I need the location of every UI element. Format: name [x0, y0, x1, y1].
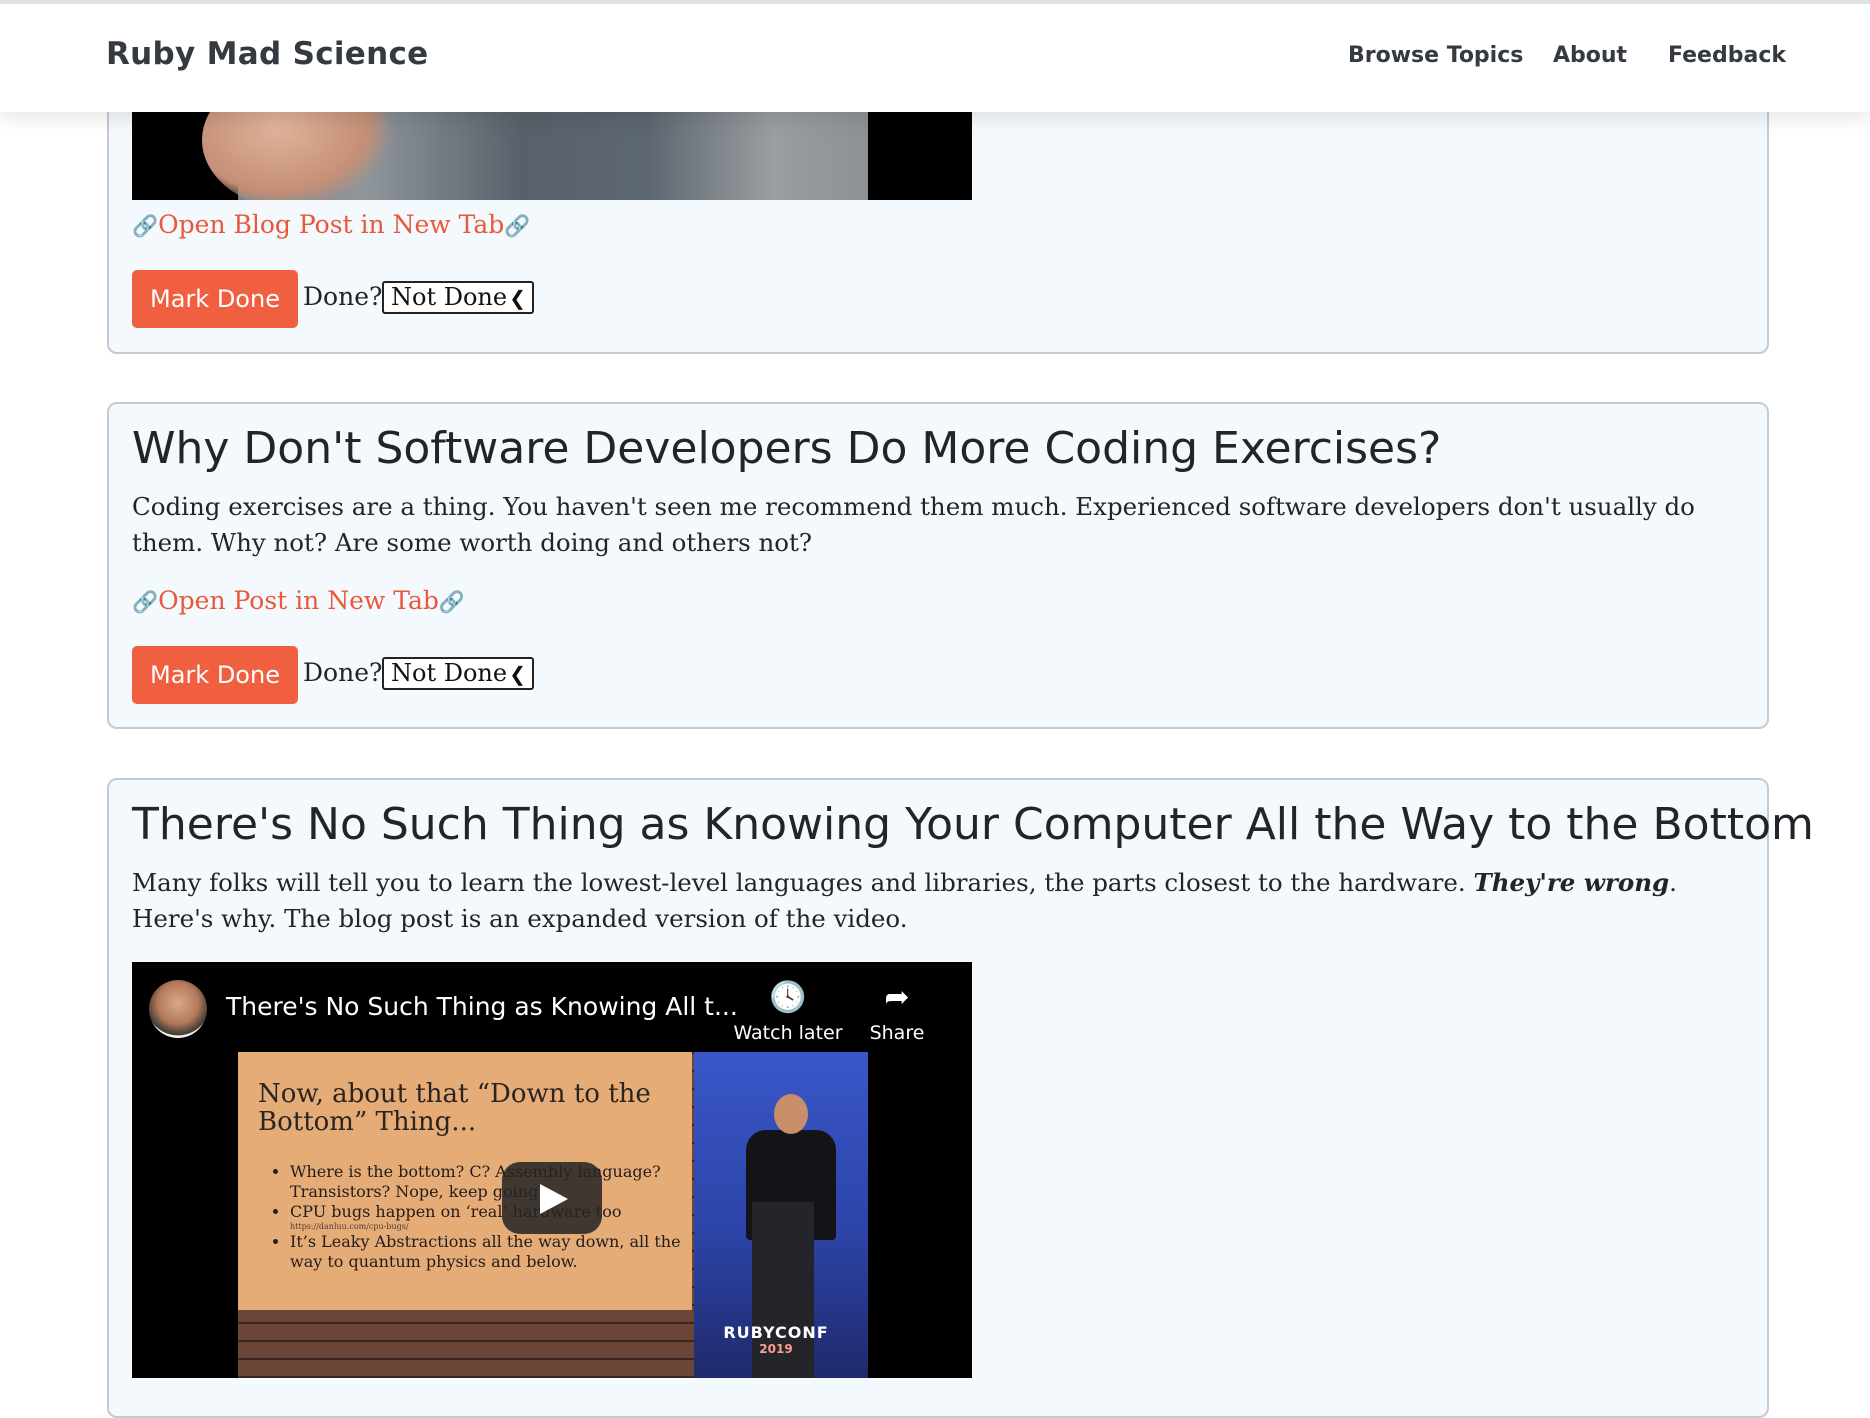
mark-done-button[interactable]: Mark Done	[132, 270, 298, 328]
share-arrow-icon: ➦	[884, 980, 910, 1015]
speaker-head	[774, 1094, 808, 1134]
open-post-link[interactable]: Open Post in New Tab	[158, 586, 439, 615]
chevron-down-icon: ❮	[509, 662, 526, 686]
brand-logo-link[interactable]: Ruby Mad Science	[106, 36, 429, 72]
mark-done-button[interactable]: Mark Done	[132, 646, 298, 704]
navbar: Ruby Mad Science Browse Topics About Fee…	[0, 0, 1870, 112]
play-button[interactable]	[502, 1162, 602, 1234]
video-frame-arm	[202, 100, 392, 200]
clock-icon: 🕓	[769, 980, 807, 1015]
nav-feedback[interactable]: Feedback	[1668, 43, 1786, 68]
post-description: Coding exercises are a thing. You haven'…	[132, 492, 1695, 557]
slide-title: Now, about that “Down to the Bottom” Thi…	[258, 1079, 651, 1137]
play-icon	[540, 1184, 568, 1214]
conference-year: 2019	[759, 1342, 793, 1356]
slide-bullets: Where is the bottom? C? Assembly languag…	[272, 1162, 700, 1272]
description-text: Many folks will tell you to learn the lo…	[132, 868, 1474, 897]
post-title: There's No Such Thing as Knowing Your Co…	[132, 799, 1814, 850]
share-label: Share	[869, 1022, 925, 1044]
post-link-row: 🔗Open Blog Post in New Tab🔗	[132, 210, 530, 239]
post-link-row: 🔗Open Post in New Tab🔗	[132, 586, 465, 615]
slide-bullet: CPU bugs happen on ‘real’ hardware too	[290, 1202, 700, 1222]
nav-browse-topics[interactable]: Browse Topics	[1348, 43, 1523, 68]
link-icon: 🔗	[132, 214, 159, 238]
youtube-embed[interactable]: Now, about that “Down to the Bottom” Thi…	[132, 962, 972, 1378]
top-border	[0, 0, 1870, 4]
video-thumbnail-partial[interactable]	[132, 100, 972, 200]
share-button[interactable]: ➦ Share	[862, 980, 932, 1044]
nav-about[interactable]: About	[1553, 43, 1627, 68]
slide-bullet: Where is the bottom? C? Assembly languag…	[290, 1162, 700, 1202]
post-description: Many folks will tell you to learn the lo…	[132, 865, 1747, 937]
select-value: Not Done	[391, 283, 508, 311]
conference-logo: RUBYCONF 2019	[716, 1323, 836, 1363]
slide-panel: Now, about that “Down to the Bottom” Thi…	[238, 1052, 692, 1310]
description-emphasis: They're wrong	[1473, 868, 1670, 897]
watch-later-button[interactable]: 🕓 Watch later	[728, 980, 848, 1044]
link-icon: 🔗	[132, 590, 159, 614]
done-label: Done?	[303, 658, 383, 687]
link-icon: 🔗	[504, 214, 531, 238]
watch-later-label: Watch later	[733, 1022, 843, 1044]
select-value: Not Done	[391, 659, 508, 687]
slide-small-link: https://danluu.com/cpu-bugs/	[290, 1222, 409, 1231]
done-status-select[interactable]: Not Done ❮	[382, 281, 534, 314]
chevron-down-icon: ❮	[509, 286, 526, 310]
conference-name: RUBYCONF	[723, 1323, 829, 1342]
channel-avatar[interactable]	[149, 980, 207, 1038]
done-label: Done?	[303, 282, 383, 311]
post-title: Why Don't Software Developers Do More Co…	[132, 423, 1442, 474]
video-title[interactable]: There's No Such Thing as Knowing All t..…	[226, 992, 738, 1021]
done-status-select[interactable]: Not Done ❮	[382, 657, 534, 690]
link-icon: 🔗	[438, 590, 466, 614]
open-post-link[interactable]: Open Blog Post in New Tab	[158, 210, 504, 239]
slide-bullet: It’s Leaky Abstractions all the way down…	[290, 1232, 700, 1272]
